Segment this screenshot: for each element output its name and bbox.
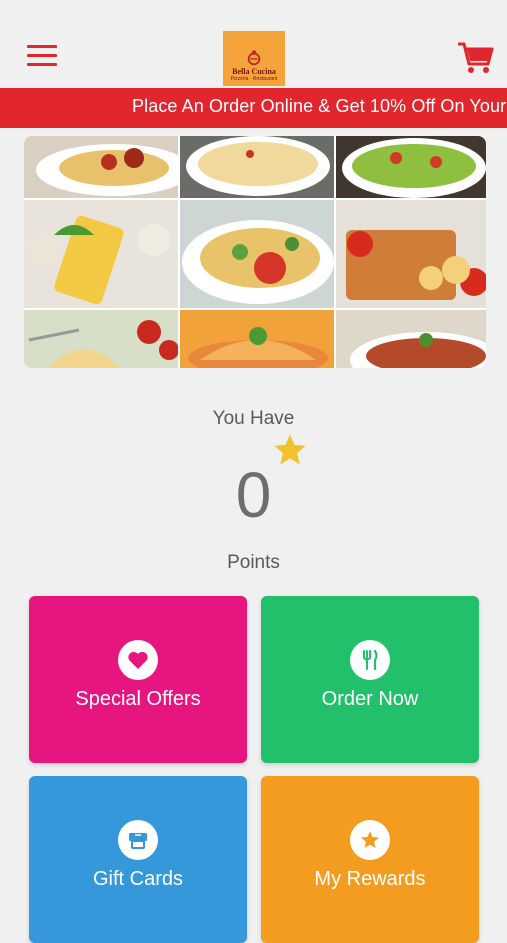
my-rewards-label: My Rewards [314,868,426,890]
hamburger-menu-icon[interactable] [27,45,57,67]
order-now-label: Order Now [321,688,419,710]
cart-icon[interactable] [456,38,494,76]
pasta-photo [24,200,178,308]
pasta-photo [336,200,486,308]
order-now-button[interactable]: Order Now [261,596,479,763]
promo-banner-text: Place An Order Online & Get 10% Off On Y… [132,96,507,116]
points-label-top: You Have [212,408,295,429]
pasta-photo [180,200,334,308]
special-offers-label: Special Offers [75,688,201,710]
pasta-photo [24,136,178,198]
logo-name: Bella Cucina [232,67,276,76]
heart-icon [128,651,148,669]
special-offers-button[interactable]: Special Offers [29,596,247,763]
food-photo-collage [24,136,486,368]
fork-knife-icon [363,649,378,671]
logo-mark-icon [247,50,261,66]
points-label-bottom: Points [227,552,280,573]
pasta-photo [336,310,486,368]
pasta-photo [180,136,334,198]
gift-card-icon [129,833,147,849]
points-value: 0 [235,459,272,531]
app-header: Bella Cucina Pizzeria · Restaurant [0,0,507,88]
my-rewards-button[interactable]: My Rewards [261,776,479,943]
star-icon [361,831,379,848]
promo-banner[interactable]: Place An Order Online & Get 10% Off On Y… [0,88,507,128]
gift-cards-button[interactable]: Gift Cards [29,776,247,943]
restaurant-logo: Bella Cucina Pizzeria · Restaurant [223,31,285,86]
pasta-photo [180,310,334,368]
pasta-photo [24,310,178,368]
gift-cards-label: Gift Cards [92,868,184,890]
logo-tagline: Pizzeria · Restaurant [230,76,278,82]
pasta-photo [336,136,486,198]
